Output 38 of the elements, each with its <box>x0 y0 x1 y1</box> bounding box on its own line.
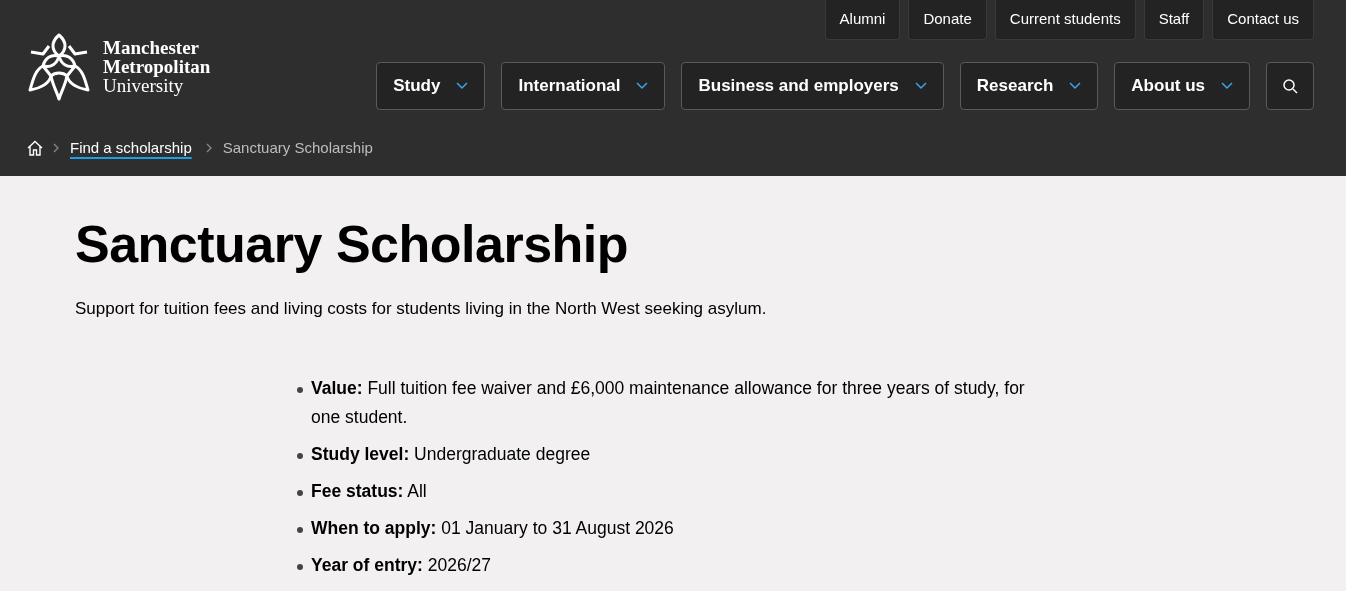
chevron-icon <box>636 82 649 90</box>
search-icon <box>1282 78 1298 94</box>
breadcrumb-link[interactable]: Find a scholarship <box>70 136 192 160</box>
detail-text: Value: Full tuition fee waiver and £6,000 maintenance allowance for three years of study, for one student. <box>311 376 1026 429</box>
utility-link[interactable]: Staff <box>1143 0 1205 40</box>
bullet-icon <box>297 563 303 570</box>
utility-link[interactable]: Current students <box>994 0 1136 40</box>
utility-link[interactable]: Donate <box>908 0 987 40</box>
detail-text: Year of entry: 2026/27 <box>311 553 491 577</box>
nav-menu-button[interactable]: Research <box>959 62 1099 110</box>
bullet-icon <box>297 526 303 533</box>
detail-text: When to apply: 01 January to 31 August 2026 <box>311 516 674 540</box>
nav-menu-button[interactable]: Business and employers <box>681 62 944 110</box>
chevron-icon <box>456 82 469 90</box>
logo-text: University <box>103 76 184 95</box>
nav-menu-button[interactable]: Study <box>376 62 486 110</box>
detail-text: Study level: Undergraduate degree <box>311 442 591 466</box>
logo-icon <box>27 31 91 102</box>
chevron-right-icon <box>53 143 60 153</box>
chevron-right-icon <box>205 143 213 153</box>
nav-menu-button[interactable]: International <box>501 62 666 110</box>
intro-text: Support for tuition fees and living costs for students living in the North West seeking asylum. <box>75 298 768 320</box>
chevron-icon <box>914 82 927 90</box>
breadcrumb-current: Sanctuary Scholarship <box>222 137 373 158</box>
search-button[interactable] <box>1266 62 1314 110</box>
bullet-icon <box>297 386 303 393</box>
logo-text: Metropolitan <box>103 57 211 76</box>
logo-text: Manchester <box>103 38 201 57</box>
detail-text: Fee status: All <box>311 479 427 503</box>
chevron-icon <box>1069 82 1082 90</box>
utility-link[interactable]: Contact us <box>1212 0 1314 40</box>
bullet-icon <box>297 452 303 459</box>
page-title: Sanctuary Scholarship <box>75 214 630 275</box>
chevron-icon <box>1221 82 1233 90</box>
nav-menu-button[interactable]: About us <box>1114 62 1250 110</box>
bullet-icon <box>297 489 303 496</box>
utility-link[interactable]: Alumni <box>824 0 901 40</box>
home-icon[interactable] <box>27 140 43 156</box>
